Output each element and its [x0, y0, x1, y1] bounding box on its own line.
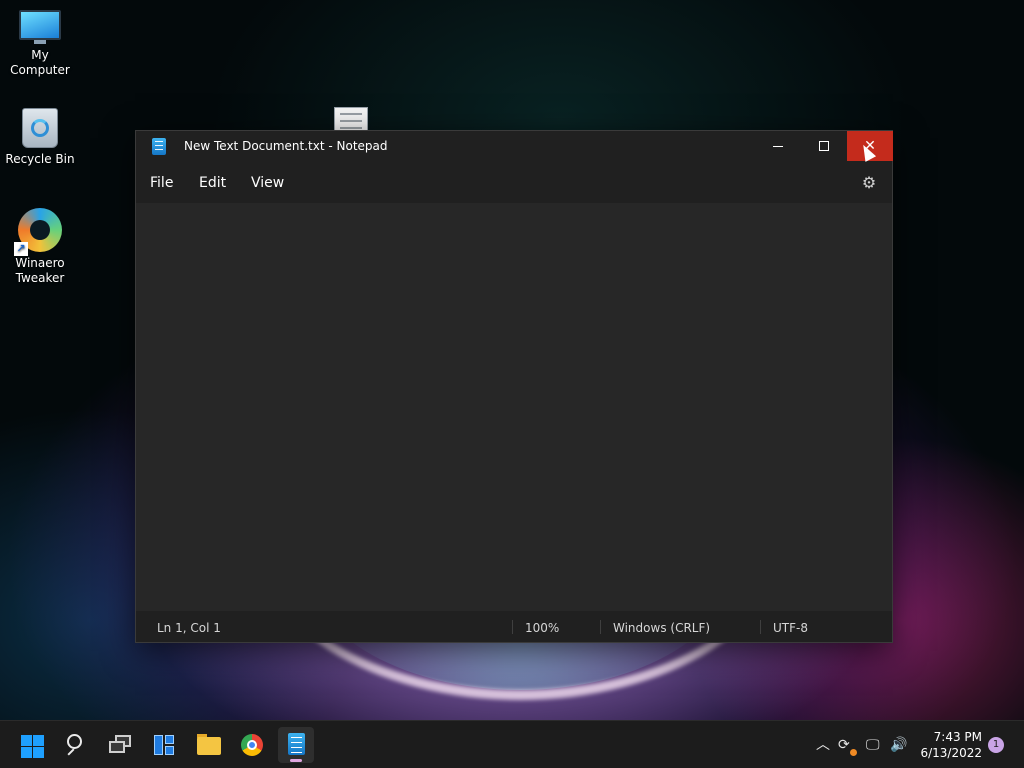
maximize-button[interactable] [801, 131, 847, 161]
menu-view[interactable]: View [251, 175, 284, 191]
status-divider [760, 620, 761, 634]
status-bar: Ln 1, Col 1 100% Windows (CRLF) UTF-8 [136, 612, 892, 642]
desktop-icon-my-computer[interactable]: My Computer [0, 10, 80, 78]
desktop-icon-recycle-bin[interactable]: Recycle Bin [0, 108, 80, 167]
notepad-app-icon [152, 138, 166, 155]
winaero-tweaker-icon: ↗ [14, 208, 62, 256]
menu-file[interactable]: File [150, 175, 173, 191]
window-title: New Text Document.txt - Notepad [184, 139, 388, 153]
sync-warning-badge [850, 749, 857, 756]
taskbar-clock[interactable]: 7:43 PM 6/13/2022 [918, 729, 982, 761]
active-app-indicator [290, 759, 302, 762]
task-view-button[interactable] [102, 727, 138, 763]
shortcut-arrow-icon: ↗ [14, 242, 28, 256]
show-hidden-icons-chevron-icon[interactable]: ︿ [816, 735, 830, 755]
title-bar[interactable]: New Text Document.txt - Notepad ✕ [136, 131, 893, 163]
status-zoom: 100% [525, 621, 560, 635]
maximize-icon [819, 141, 829, 151]
clock-time: 7:43 PM [933, 730, 982, 744]
volume-icon[interactable]: 🔊 [890, 735, 907, 755]
desktop-icon-label: My Computer [10, 48, 70, 77]
network-icon[interactable]: 🖵 [866, 735, 880, 755]
sync-icon[interactable]: ⟳ [838, 735, 850, 755]
desktop-icon-label: Recycle Bin [5, 152, 75, 166]
start-button[interactable] [14, 727, 50, 763]
search-button[interactable] [58, 727, 94, 763]
text-editor-area[interactable] [136, 203, 892, 611]
status-divider [600, 620, 601, 634]
menu-bar: File Edit View ⚙ [136, 163, 892, 203]
clock-date: 6/13/2022 [920, 746, 982, 760]
chrome-button[interactable] [234, 727, 270, 763]
settings-gear-icon[interactable]: ⚙ [860, 174, 878, 192]
status-divider [512, 620, 513, 634]
notepad-window: New Text Document.txt - Notepad ✕ File E… [135, 130, 893, 643]
menu-edit[interactable]: Edit [199, 175, 226, 191]
widgets-button[interactable] [146, 727, 182, 763]
computer-monitor-icon [19, 10, 61, 44]
file-explorer-button[interactable] [190, 727, 226, 763]
status-encoding: UTF-8 [773, 621, 808, 635]
notification-count-badge[interactable]: 1 [988, 737, 1004, 753]
notepad-taskbar-button[interactable] [278, 727, 314, 763]
status-cursor-position: Ln 1, Col 1 [157, 621, 221, 635]
desktop-icon-label: Winaero Tweaker [15, 256, 65, 285]
notepad-icon [288, 733, 305, 755]
minimize-icon [773, 145, 783, 147]
taskbar: ︿ ⟳ 🖵 🔊 7:43 PM 6/13/2022 1 [0, 720, 1024, 768]
recycle-bin-icon [22, 108, 58, 148]
status-line-ending: Windows (CRLF) [613, 621, 711, 635]
desktop-icon-winaero-tweaker[interactable]: ↗ Winaero Tweaker [0, 208, 80, 286]
minimize-button[interactable] [755, 131, 801, 161]
